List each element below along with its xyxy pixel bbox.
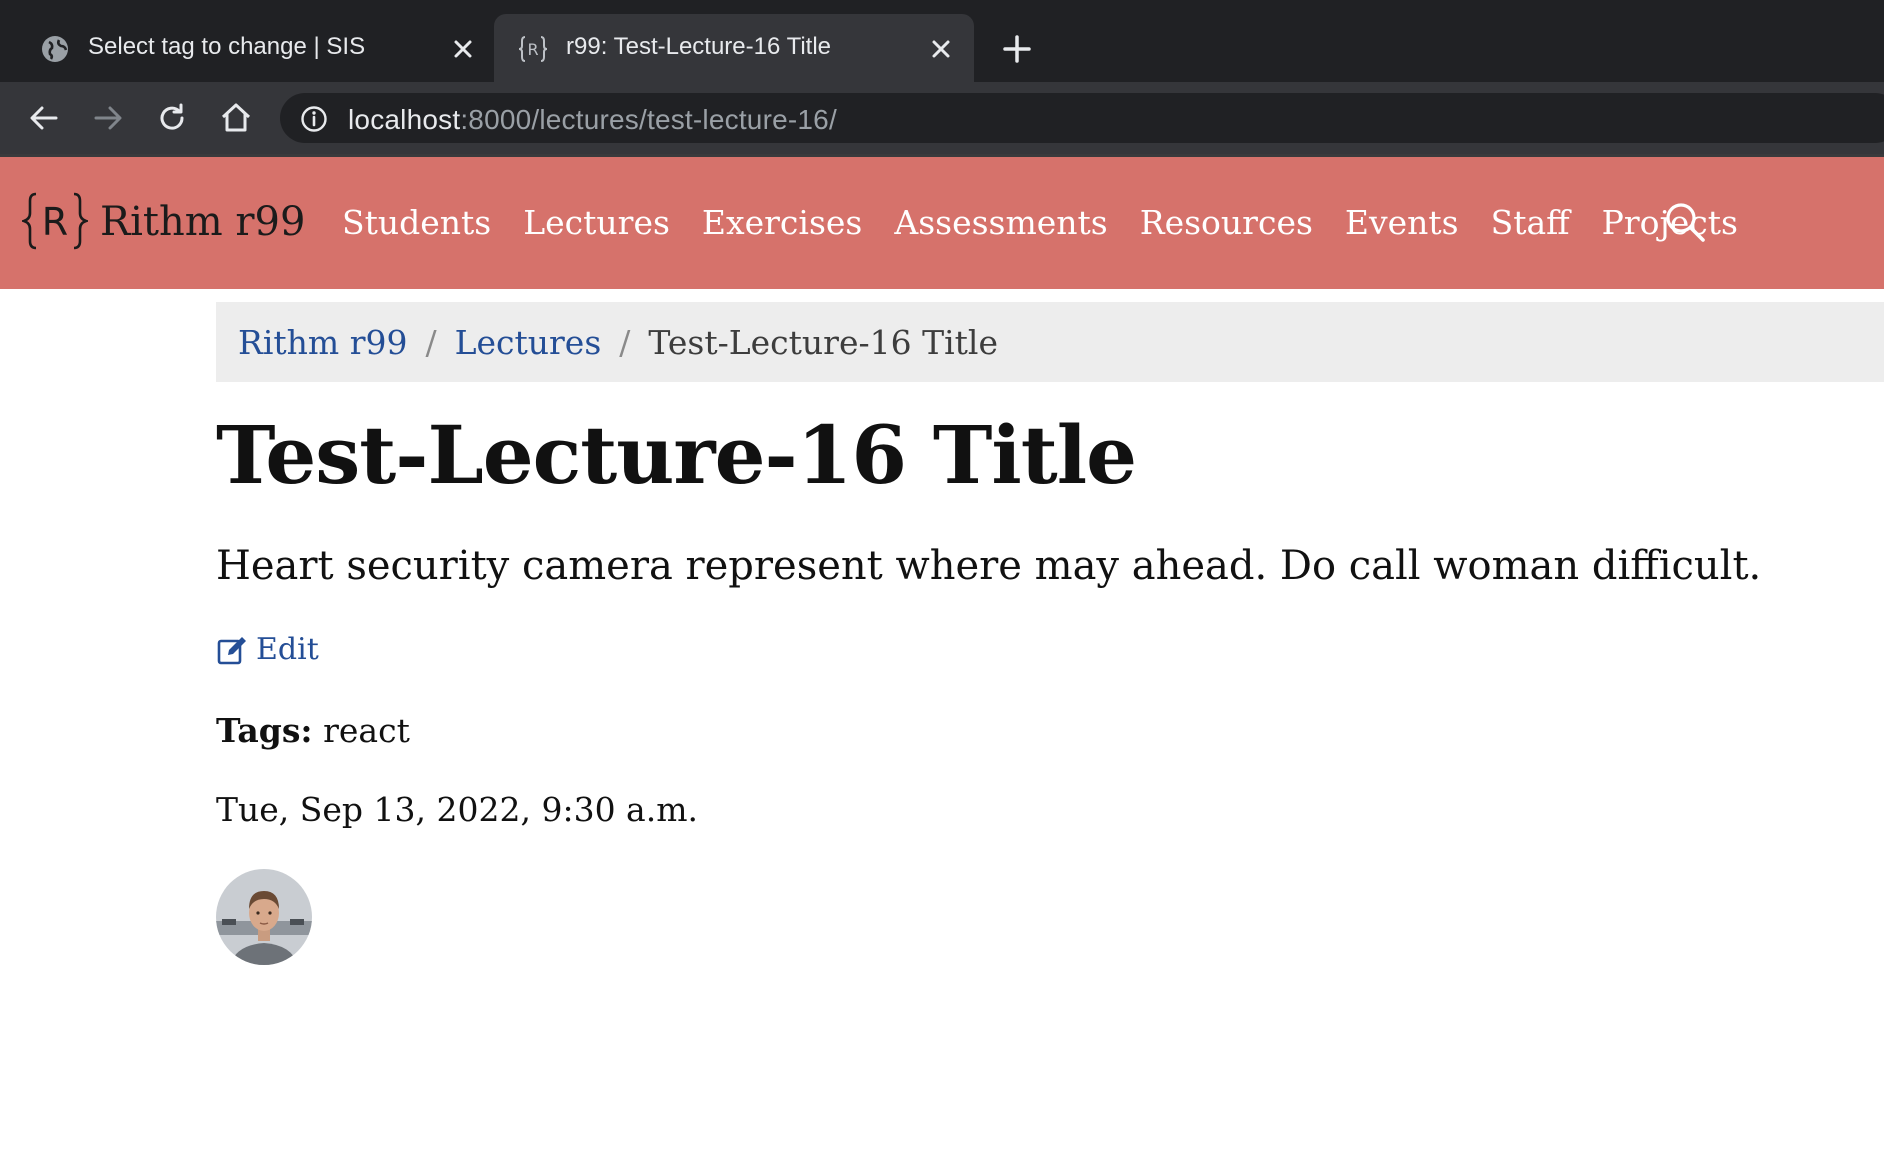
lecture-detail: Test-Lecture-16 Title Heart security cam… xyxy=(216,400,1876,965)
avatar xyxy=(216,869,312,965)
main-menu: Students Lectures Exercises Assessments … xyxy=(342,203,1770,242)
nav-resources[interactable]: Resources xyxy=(1140,203,1313,242)
breadcrumb-home[interactable]: Rithm r99 xyxy=(238,323,407,362)
reload-icon[interactable] xyxy=(154,100,190,136)
edit-label: Edit xyxy=(256,632,319,667)
new-tab-plus-icon[interactable] xyxy=(1000,32,1034,66)
tags-line: Tags: react xyxy=(216,711,1876,750)
browser-tab-sis[interactable]: Select tag to change | SIS xyxy=(0,14,492,82)
browser-toolbar: localhost:8000/lectures/test-lecture-16/ xyxy=(0,82,1884,154)
tab-title: Select tag to change | SIS xyxy=(88,33,366,60)
lecture-description: Heart security camera represent where ma… xyxy=(216,543,1762,589)
url-path: :8000/lectures/test-lecture-16/ xyxy=(460,104,837,135)
rithm-logo-icon: R xyxy=(518,36,548,62)
tab-title: r99: Test-Lecture-16 Title xyxy=(566,33,832,60)
edit-icon xyxy=(217,636,246,664)
breadcrumb-current: Test-Lecture-16 Title xyxy=(648,322,999,362)
nav-exercises[interactable]: Exercises xyxy=(702,203,862,242)
browser-tab-lecture[interactable]: R r99: Test-Lecture-16 Title xyxy=(494,14,974,82)
brand-link[interactable]: R Rithm r99 xyxy=(22,191,305,253)
close-tab-icon[interactable] xyxy=(448,34,478,64)
brand-name: Rithm r99 xyxy=(100,199,306,245)
svg-text:R: R xyxy=(42,200,68,244)
nav-staff[interactable]: Staff xyxy=(1491,203,1570,242)
nav-lectures[interactable]: Lectures xyxy=(523,203,670,242)
tag-value: react xyxy=(323,711,410,750)
edit-link[interactable]: Edit xyxy=(216,632,1876,667)
forward-arrow-icon[interactable] xyxy=(90,100,126,136)
breadcrumb: Rithm r99 / Lectures / Test-Lecture-16 T… xyxy=(216,302,1884,382)
svg-text:R: R xyxy=(527,40,538,59)
url-text: localhost:8000/lectures/test-lecture-16/ xyxy=(348,104,837,136)
breadcrumb-lectures[interactable]: Lectures xyxy=(455,323,602,362)
avatar-photo xyxy=(216,869,312,965)
tags-label: Tags: xyxy=(216,711,313,750)
rithm-logo-icon: R xyxy=(22,192,88,250)
nav-events[interactable]: Events xyxy=(1345,203,1459,242)
breadcrumb-separator: / xyxy=(425,322,437,362)
globe-icon xyxy=(42,36,68,62)
breadcrumb-separator: / xyxy=(619,322,631,362)
address-bar[interactable]: localhost:8000/lectures/test-lecture-16/ xyxy=(280,93,1884,143)
url-host: localhost xyxy=(348,104,461,135)
page-title: Test-Lecture-16 Title xyxy=(216,408,1137,502)
home-icon[interactable] xyxy=(218,100,254,136)
browser-tab-strip: Select tag to change | SIS R r99: Test-L… xyxy=(0,0,1884,82)
site-navbar: R Rithm r99 Students Lectures Exercises … xyxy=(0,154,1884,289)
back-arrow-icon[interactable] xyxy=(26,100,62,136)
site-info-icon[interactable] xyxy=(300,105,328,133)
nav-students[interactable]: Students xyxy=(342,203,491,242)
lecture-date: Tue, Sep 13, 2022, 9:30 a.m. xyxy=(216,790,698,829)
close-tab-icon[interactable] xyxy=(926,34,956,64)
nav-assessments[interactable]: Assessments xyxy=(894,203,1107,242)
search-icon[interactable] xyxy=(1664,201,1706,243)
